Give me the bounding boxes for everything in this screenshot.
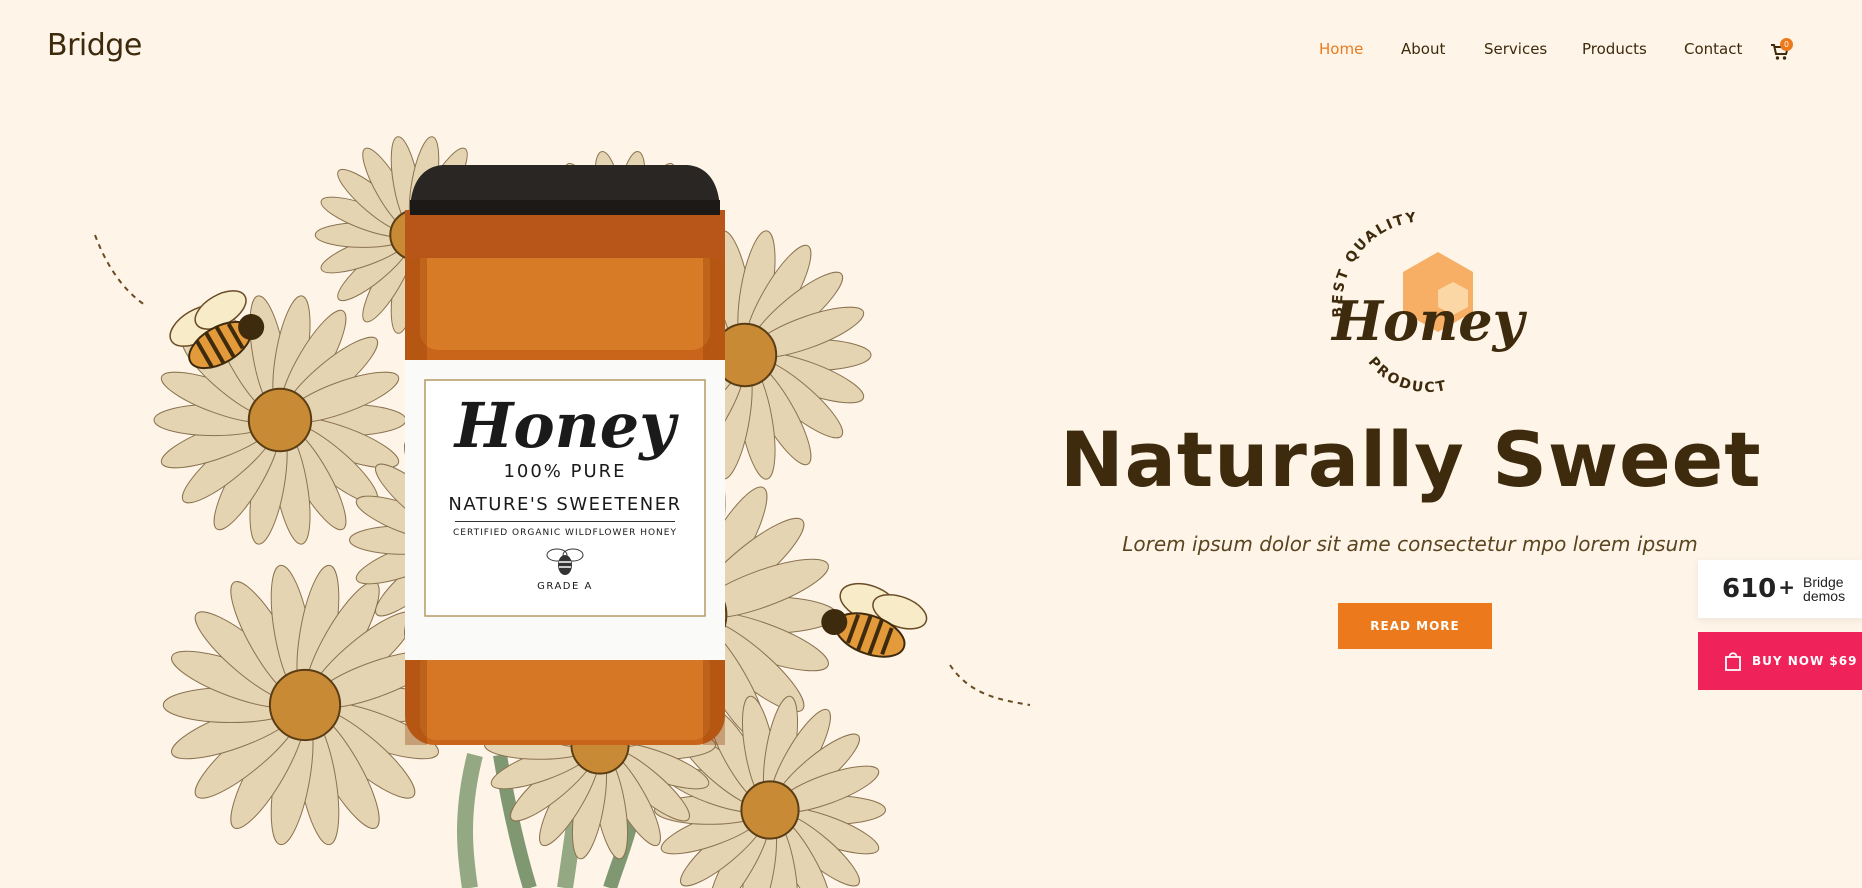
shopping-bag-icon [1725, 652, 1741, 671]
nav-services[interactable]: Services [1484, 40, 1547, 58]
demos-widget[interactable]: 610 + Bridge demos [1698, 560, 1862, 618]
best-quality-badge: BEST QUALITY Honey PRODUCT [1330, 212, 1528, 396]
demos-count: 610 [1722, 574, 1777, 604]
hero-subtitle: Lorem ipsum dolor sit ame consectetur mp… [1122, 532, 1698, 556]
badge-bottom-text: PRODUCT [1365, 354, 1449, 396]
badge-script-text: Honey [1330, 289, 1528, 353]
bee-icon [546, 548, 584, 575]
cart-count-badge: 0 [1780, 38, 1793, 51]
buy-now-label: BUY NOW $69 [1752, 654, 1858, 668]
nav-home[interactable]: Home [1319, 40, 1363, 58]
demos-plus: + [1778, 575, 1796, 599]
main-nav: Home About Services Products Contact [0, 40, 1862, 64]
hero-title: Naturally Sweet [1060, 415, 1762, 504]
demos-label-line2: demos [1803, 588, 1846, 604]
jar-label-sweetener: NATURE'S SWEETENER [448, 494, 682, 515]
nav-products[interactable]: Products [1582, 40, 1647, 58]
jar-label: Honey 100% PURE NATURE'S SWEETENER CERTI… [425, 389, 705, 593]
jar-label-divider [455, 521, 675, 522]
nav-about[interactable]: About [1401, 40, 1445, 58]
nav-contact[interactable]: Contact [1684, 40, 1742, 58]
read-more-button[interactable]: READ MORE [1338, 603, 1492, 649]
jar-label-pure: 100% PURE [503, 461, 627, 482]
buy-now-button[interactable]: BUY NOW $69 [1698, 632, 1862, 690]
jar-label-organic: CERTIFIED ORGANIC WILDFLOWER HONEY [453, 528, 677, 538]
jar-label-script: Honey [454, 389, 676, 462]
demos-label: Bridge demos [1803, 575, 1845, 603]
bee-right [821, 582, 928, 658]
jar-label-grade: GRADE A [537, 581, 593, 592]
